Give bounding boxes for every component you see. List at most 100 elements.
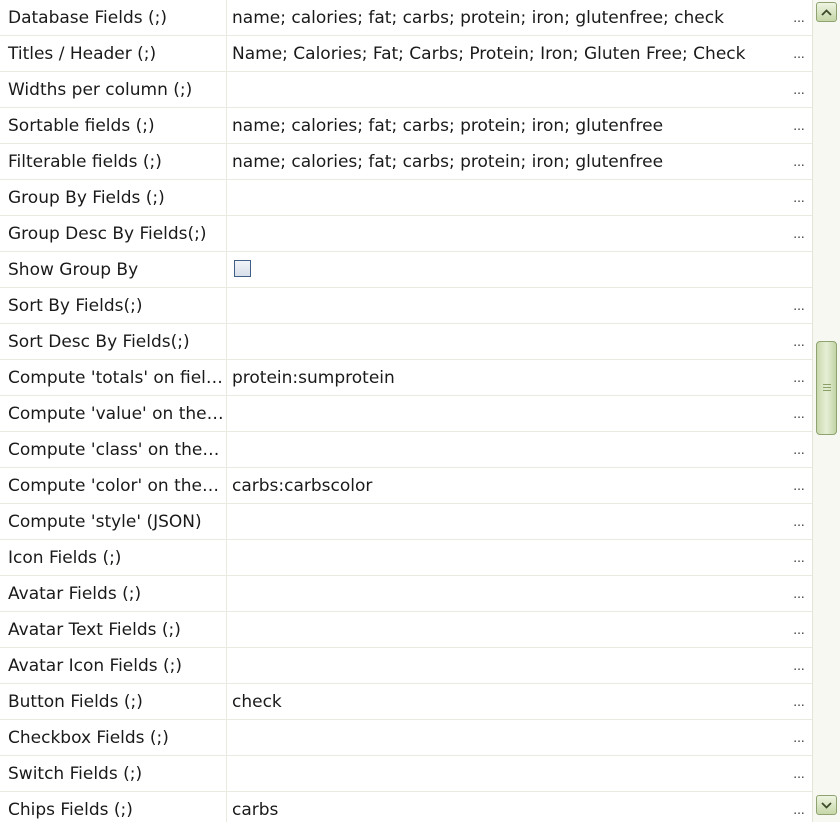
property-row: Switch Fields (;)...: [0, 756, 812, 792]
ellipsis-button[interactable]: ...: [792, 576, 806, 611]
property-grid: Database Fields (;) name; calories; fat; …: [0, 0, 812, 822]
property-row: Widths per column (;)...: [0, 72, 812, 108]
property-label: Compute 'color' on these...: [0, 468, 227, 503]
ellipsis-button[interactable]: ...: [792, 36, 806, 71]
property-row: Button Fields (;) check...: [0, 684, 812, 720]
property-value-input[interactable]: [226, 216, 792, 251]
property-value-input[interactable]: [226, 504, 792, 539]
scrollbar-thumb[interactable]: [816, 341, 837, 435]
ellipsis-button[interactable]: ...: [792, 216, 806, 251]
ellipsis-button[interactable]: ...: [792, 0, 806, 35]
ellipsis-button[interactable]: ...: [792, 504, 806, 539]
property-row: Compute 'class' on these......: [0, 432, 812, 468]
thumb-grip: [823, 384, 831, 385]
property-value-input[interactable]: [226, 324, 792, 359]
ellipsis-button[interactable]: ...: [792, 648, 806, 683]
property-label: Filterable fields (;): [0, 144, 227, 179]
property-label: Database Fields (;): [0, 0, 227, 35]
property-label: Sort Desc By Fields(;): [0, 324, 227, 359]
property-value-input[interactable]: [226, 180, 792, 215]
property-label: Icon Fields (;): [0, 540, 227, 575]
property-value-input[interactable]: [226, 540, 792, 575]
ellipsis-button[interactable]: ...: [792, 396, 806, 431]
scroll-down-button[interactable]: [816, 795, 837, 815]
property-label: Group By Fields (;): [0, 180, 227, 215]
ellipsis-button[interactable]: ...: [792, 324, 806, 359]
ellipsis-button[interactable]: ...: [792, 180, 806, 215]
ellipsis-button[interactable]: ...: [792, 684, 806, 719]
property-value-input[interactable]: name; calories; fat; carbs; protein; iro…: [226, 144, 792, 179]
property-row: Database Fields (;) name; calories; fat; …: [0, 0, 812, 36]
thumb-grip: [823, 387, 831, 388]
ellipsis-button[interactable]: ...: [792, 720, 806, 755]
property-row: Group Desc By Fields(;)...: [0, 216, 812, 252]
property-row: Compute 'style' (JSON)...: [0, 504, 812, 540]
ellipsis-button[interactable]: ...: [792, 432, 806, 467]
property-label: Sortable fields (;): [0, 108, 227, 143]
property-value-input[interactable]: Name; Calories; Fat; Carbs; Protein; Iro…: [226, 36, 792, 71]
property-label: Avatar Text Fields (;): [0, 612, 227, 647]
chevron-down-icon: [821, 801, 832, 809]
property-value-input[interactable]: [226, 576, 792, 611]
ellipsis-button[interactable]: ...: [792, 612, 806, 647]
ellipsis-button[interactable]: ...: [792, 144, 806, 179]
property-value-input[interactable]: [226, 756, 792, 791]
ellipsis-button[interactable]: ...: [792, 360, 806, 395]
property-label: Group Desc By Fields(;): [0, 216, 227, 251]
property-value-input[interactable]: [226, 648, 792, 683]
scroll-up-button[interactable]: [816, 2, 837, 22]
property-row: Compute 'totals' on field... protein:sump…: [0, 360, 812, 396]
property-row: Avatar Text Fields (;)...: [0, 612, 812, 648]
property-label: Show Group By: [0, 252, 227, 287]
ellipsis-button[interactable]: ...: [792, 288, 806, 323]
property-label: Avatar Icon Fields (;): [0, 648, 227, 683]
ellipsis-button[interactable]: ...: [792, 72, 806, 107]
property-label: Avatar Fields (;): [0, 576, 227, 611]
property-row: Avatar Fields (;)...: [0, 576, 812, 612]
property-row: Avatar Icon Fields (;)...: [0, 648, 812, 684]
property-value-input[interactable]: name; calories; fat; carbs; protein; iro…: [226, 108, 792, 143]
ellipsis-button[interactable]: ...: [792, 792, 806, 822]
thumb-grip: [823, 390, 831, 391]
property-label: Titles / Header (;): [0, 36, 227, 71]
property-row: Titles / Header (;) Name; Calories; Fat; …: [0, 36, 812, 72]
property-label: Chips Fields (;): [0, 792, 227, 822]
property-value-input[interactable]: [226, 396, 792, 431]
property-row: Icon Fields (;)...: [0, 540, 812, 576]
ellipsis-button[interactable]: ...: [792, 540, 806, 575]
property-value-input[interactable]: [226, 72, 792, 107]
property-value-input[interactable]: [226, 432, 792, 467]
property-row: Sort Desc By Fields(;)...: [0, 324, 812, 360]
ellipsis-button[interactable]: ...: [792, 468, 806, 503]
ellipsis-button[interactable]: ...: [792, 756, 806, 791]
property-row: Sortable fields (;) name; calories; fat; …: [0, 108, 812, 144]
property-label: Button Fields (;): [0, 684, 227, 719]
property-label: Compute 'totals' on field...: [0, 360, 227, 395]
property-row: Compute 'value' on these......: [0, 396, 812, 432]
property-row: Checkbox Fields (;)...: [0, 720, 812, 756]
chevron-up-icon: [821, 8, 832, 16]
property-label: Switch Fields (;): [0, 756, 227, 791]
property-value-input[interactable]: name; calories; fat; carbs; protein; iro…: [226, 0, 792, 35]
property-label: Compute 'style' (JSON): [0, 504, 227, 539]
property-row: Filterable fields (;) name; calories; fat…: [0, 144, 812, 180]
property-label: Compute 'value' on these...: [0, 396, 227, 431]
property-row: Show Group By: [0, 252, 812, 288]
property-row: Group By Fields (;)...: [0, 180, 812, 216]
property-value-input[interactable]: protein:sumprotein: [226, 360, 792, 395]
property-value-input[interactable]: check: [226, 684, 792, 719]
property-row: Sort By Fields(;)...: [0, 288, 812, 324]
property-value-input[interactable]: [226, 720, 792, 755]
property-label: Sort By Fields(;): [0, 288, 227, 323]
property-value-input[interactable]: carbs:carbscolor: [226, 468, 792, 503]
property-value-input[interactable]: [226, 288, 792, 323]
show-group-by-checkbox[interactable]: [234, 260, 251, 277]
ellipsis-button[interactable]: ...: [792, 108, 806, 143]
property-value-input[interactable]: [226, 612, 792, 647]
property-label: Checkbox Fields (;): [0, 720, 227, 755]
property-label: Widths per column (;): [0, 72, 227, 107]
property-value-input[interactable]: carbs: [226, 792, 792, 822]
property-label: Compute 'class' on these...: [0, 432, 227, 467]
property-row: Compute 'color' on these... carbs:carbsco…: [0, 468, 812, 504]
vertical-scrollbar[interactable]: [812, 0, 840, 822]
